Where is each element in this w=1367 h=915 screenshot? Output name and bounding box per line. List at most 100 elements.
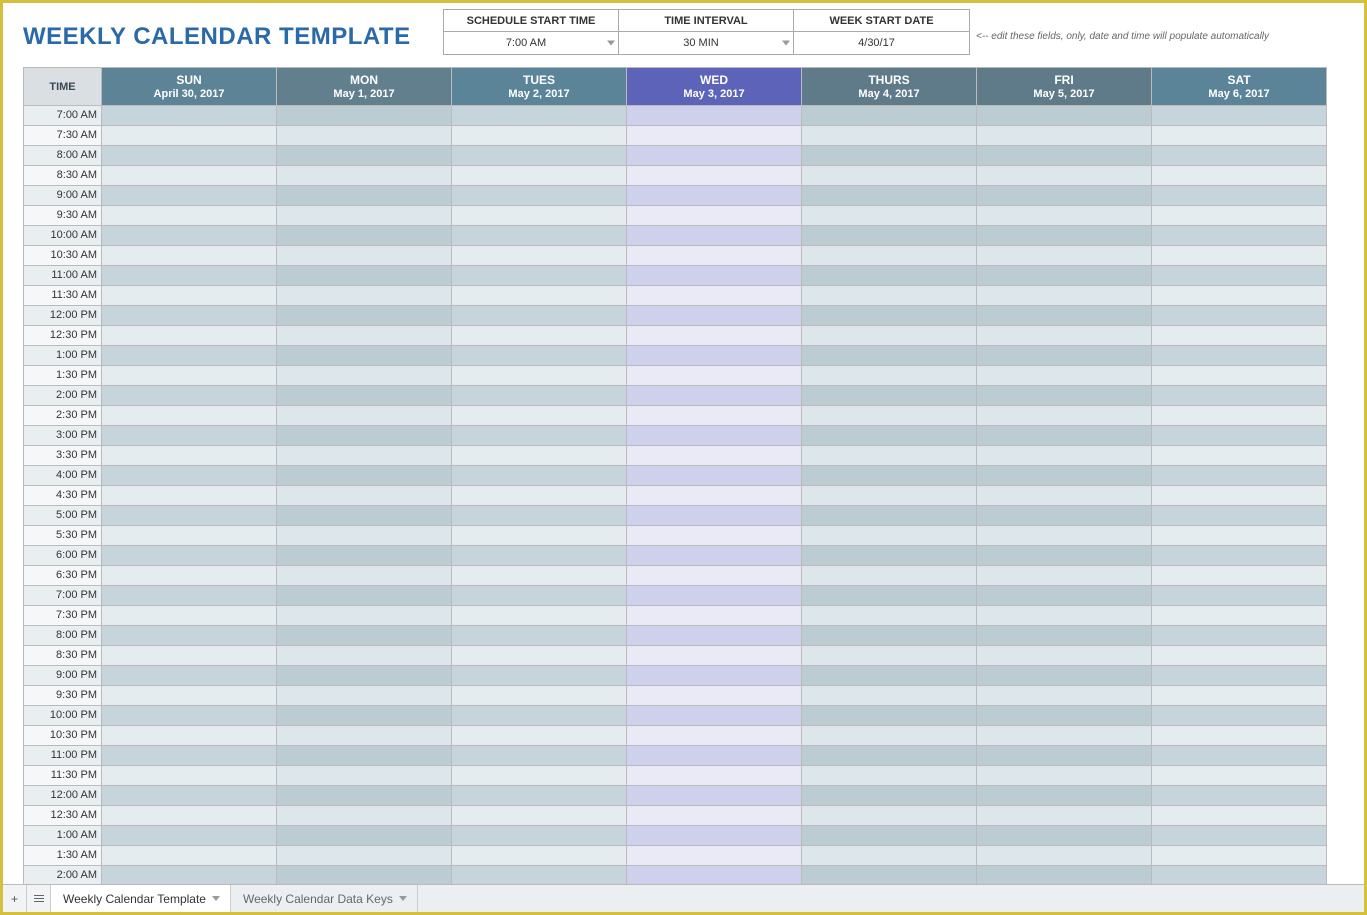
calendar-cell[interactable] bbox=[1152, 746, 1327, 766]
calendar-cell[interactable] bbox=[627, 226, 802, 246]
calendar-cell[interactable] bbox=[802, 726, 977, 746]
calendar-cell[interactable] bbox=[102, 126, 277, 146]
calendar-cell[interactable] bbox=[627, 286, 802, 306]
calendar-cell[interactable] bbox=[277, 846, 452, 866]
calendar-cell[interactable] bbox=[277, 246, 452, 266]
calendar-cell[interactable] bbox=[102, 106, 277, 126]
calendar-cell[interactable] bbox=[452, 206, 627, 226]
calendar-cell[interactable] bbox=[627, 626, 802, 646]
calendar-cell[interactable] bbox=[1152, 226, 1327, 246]
calendar-cell[interactable] bbox=[277, 726, 452, 746]
calendar-cell[interactable] bbox=[802, 186, 977, 206]
calendar-cell[interactable] bbox=[977, 846, 1152, 866]
calendar-cell[interactable] bbox=[102, 666, 277, 686]
calendar-cell[interactable] bbox=[277, 426, 452, 446]
calendar-cell[interactable] bbox=[977, 386, 1152, 406]
calendar-cell[interactable] bbox=[277, 486, 452, 506]
calendar-cell[interactable] bbox=[627, 606, 802, 626]
calendar-cell[interactable] bbox=[802, 106, 977, 126]
calendar-cell[interactable] bbox=[102, 586, 277, 606]
calendar-cell[interactable] bbox=[977, 626, 1152, 646]
calendar-cell[interactable] bbox=[452, 306, 627, 326]
calendar-cell[interactable] bbox=[627, 666, 802, 686]
calendar-cell[interactable] bbox=[102, 426, 277, 446]
calendar-cell[interactable] bbox=[452, 726, 627, 746]
calendar-cell[interactable] bbox=[977, 426, 1152, 446]
calendar-cell[interactable] bbox=[627, 186, 802, 206]
calendar-cell[interactable] bbox=[627, 486, 802, 506]
calendar-cell[interactable] bbox=[102, 606, 277, 626]
calendar-cell[interactable] bbox=[452, 506, 627, 526]
calendar-cell[interactable] bbox=[1152, 206, 1327, 226]
calendar-cell[interactable] bbox=[627, 206, 802, 226]
calendar-cell[interactable] bbox=[802, 226, 977, 246]
calendar-cell[interactable] bbox=[627, 106, 802, 126]
calendar-cell[interactable] bbox=[977, 566, 1152, 586]
calendar-cell[interactable] bbox=[627, 826, 802, 846]
calendar-cell[interactable] bbox=[102, 166, 277, 186]
calendar-cell[interactable] bbox=[802, 786, 977, 806]
calendar-cell[interactable] bbox=[802, 846, 977, 866]
calendar-cell[interactable] bbox=[452, 766, 627, 786]
calendar-cell[interactable] bbox=[627, 386, 802, 406]
calendar-cell[interactable] bbox=[977, 146, 1152, 166]
calendar-cell[interactable] bbox=[452, 606, 627, 626]
calendar-cell[interactable] bbox=[277, 146, 452, 166]
calendar-cell[interactable] bbox=[802, 346, 977, 366]
calendar-cell[interactable] bbox=[277, 106, 452, 126]
calendar-cell[interactable] bbox=[802, 266, 977, 286]
calendar-cell[interactable] bbox=[802, 606, 977, 626]
calendar-cell[interactable] bbox=[102, 206, 277, 226]
calendar-cell[interactable] bbox=[627, 686, 802, 706]
calendar-cell[interactable] bbox=[102, 806, 277, 826]
calendar-cell[interactable] bbox=[277, 506, 452, 526]
calendar-cell[interactable] bbox=[977, 646, 1152, 666]
calendar-cell[interactable] bbox=[1152, 386, 1327, 406]
calendar-cell[interactable] bbox=[802, 366, 977, 386]
calendar-cell[interactable] bbox=[452, 106, 627, 126]
calendar-cell[interactable] bbox=[627, 526, 802, 546]
calendar-cell[interactable] bbox=[627, 346, 802, 366]
calendar-cell[interactable] bbox=[977, 246, 1152, 266]
calendar-cell[interactable] bbox=[277, 286, 452, 306]
calendar-cell[interactable] bbox=[452, 346, 627, 366]
calendar-cell[interactable] bbox=[977, 326, 1152, 346]
calendar-cell[interactable] bbox=[627, 726, 802, 746]
calendar-cell[interactable] bbox=[452, 186, 627, 206]
config-week-start-value[interactable]: 4/30/17 bbox=[794, 32, 969, 54]
calendar-cell[interactable] bbox=[802, 586, 977, 606]
calendar-cell[interactable] bbox=[452, 646, 627, 666]
calendar-cell[interactable] bbox=[1152, 566, 1327, 586]
calendar-cell[interactable] bbox=[452, 386, 627, 406]
calendar-cell[interactable] bbox=[102, 446, 277, 466]
calendar-cell[interactable] bbox=[1152, 406, 1327, 426]
calendar-cell[interactable] bbox=[1152, 806, 1327, 826]
calendar-cell[interactable] bbox=[1152, 306, 1327, 326]
calendar-cell[interactable] bbox=[452, 246, 627, 266]
calendar-cell[interactable] bbox=[277, 266, 452, 286]
calendar-cell[interactable] bbox=[452, 286, 627, 306]
calendar-cell[interactable] bbox=[1152, 826, 1327, 846]
calendar-cell[interactable] bbox=[627, 366, 802, 386]
calendar-cell[interactable] bbox=[627, 746, 802, 766]
calendar-cell[interactable] bbox=[452, 326, 627, 346]
calendar-cell[interactable] bbox=[1152, 686, 1327, 706]
calendar-cell[interactable] bbox=[977, 306, 1152, 326]
calendar-cell[interactable] bbox=[802, 206, 977, 226]
calendar-cell[interactable] bbox=[277, 546, 452, 566]
calendar-cell[interactable] bbox=[277, 386, 452, 406]
calendar-cell[interactable] bbox=[452, 686, 627, 706]
calendar-cell[interactable] bbox=[102, 846, 277, 866]
calendar-cell[interactable] bbox=[802, 486, 977, 506]
calendar-cell[interactable] bbox=[1152, 106, 1327, 126]
calendar-cell[interactable] bbox=[1152, 366, 1327, 386]
calendar-cell[interactable] bbox=[277, 566, 452, 586]
calendar-cell[interactable] bbox=[277, 686, 452, 706]
calendar-cell[interactable] bbox=[977, 166, 1152, 186]
calendar-cell[interactable] bbox=[102, 486, 277, 506]
calendar-cell[interactable] bbox=[977, 686, 1152, 706]
calendar-cell[interactable] bbox=[802, 446, 977, 466]
calendar-cell[interactable] bbox=[802, 246, 977, 266]
calendar-cell[interactable] bbox=[277, 446, 452, 466]
calendar-cell[interactable] bbox=[977, 546, 1152, 566]
